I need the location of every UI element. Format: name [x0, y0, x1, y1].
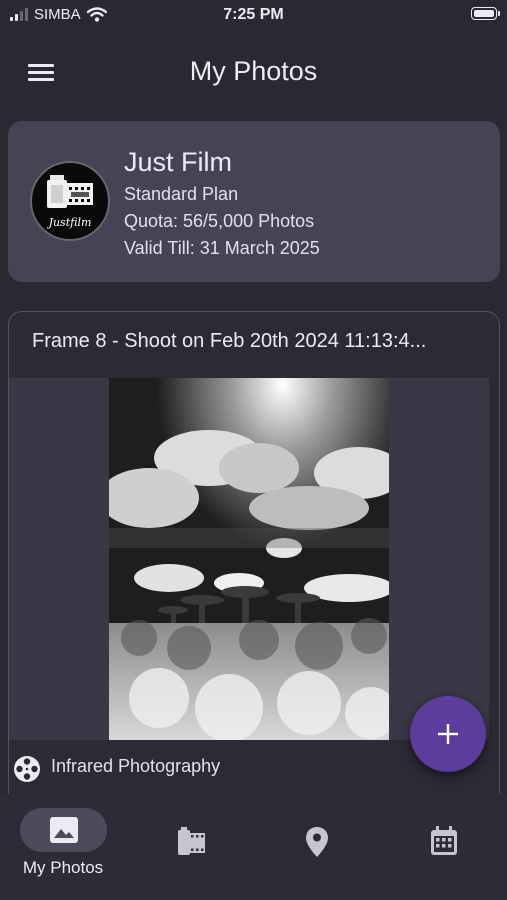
- photo-image[interactable]: [109, 378, 389, 740]
- plan-label: Standard Plan: [124, 184, 239, 204]
- app-bar: My Photos: [0, 40, 507, 104]
- location-pin-icon: [306, 827, 328, 857]
- image-icon: [50, 817, 78, 843]
- page-title: My Photos: [189, 56, 318, 86]
- nav-locations[interactable]: [254, 794, 380, 900]
- category-label: Infrared Photography: [51, 756, 221, 776]
- avatar: Justfilm: [30, 161, 110, 241]
- logo-text: Justfilm: [48, 216, 92, 229]
- bottom-navigation: My Photos: [0, 794, 507, 900]
- battery-icon: [471, 7, 500, 20]
- clock: 7:25 PM: [223, 6, 284, 23]
- film-reel-icon: [14, 756, 40, 782]
- nav-film-rolls[interactable]: [127, 794, 253, 900]
- film-roll-icon: [178, 827, 205, 855]
- add-photo-button[interactable]: [410, 696, 486, 772]
- calendar-icon: [431, 826, 457, 855]
- quota-label: Quota: 56/5,000 Photos: [124, 211, 315, 231]
- category-row: Infrared Photography: [9, 752, 489, 788]
- nav-my-photos[interactable]: My Photos: [0, 794, 126, 900]
- film-canister-icon: [47, 175, 93, 208]
- valid-till-label: Valid Till: 31 March 2025: [124, 238, 320, 258]
- status-bar: SIMBA 7:25 PM: [0, 0, 507, 32]
- nav-label-my-photos: My Photos: [22, 858, 104, 877]
- plus-icon: [438, 724, 458, 744]
- account-name: Just Film: [124, 147, 232, 177]
- photo-area[interactable]: [9, 378, 489, 740]
- nav-calendar[interactable]: [381, 794, 507, 900]
- photo-title: Frame 8 - Shoot on Feb 20th 2024 11:13:4…: [32, 330, 427, 352]
- account-card: Justfilm Just Film Standard Plan Quota: …: [8, 121, 500, 282]
